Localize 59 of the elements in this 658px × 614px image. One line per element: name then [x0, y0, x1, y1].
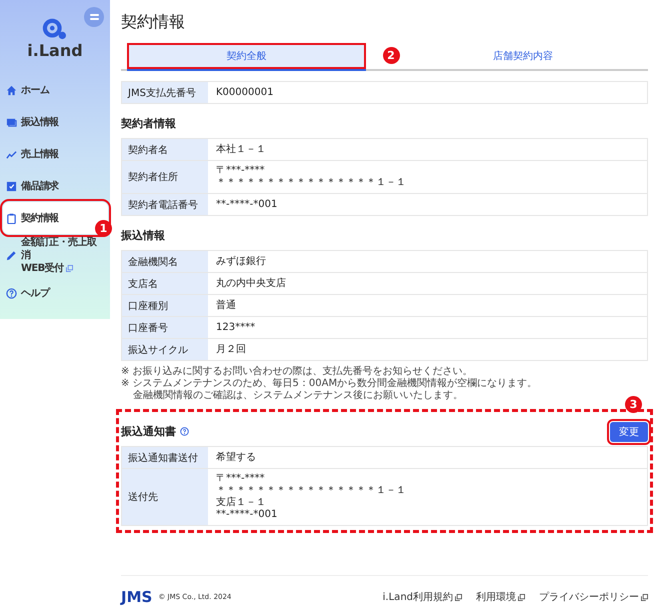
note-text: 金融機関情報のご確認は、システムメンテナンス後にお願いいたします。	[132, 390, 464, 402]
row-value: 希望する	[215, 450, 257, 464]
footer-logo: JMS	[121, 588, 152, 606]
section-title: 振込通知書	[121, 424, 176, 438]
chart-line-icon	[6, 148, 17, 160]
section-title: 契約者情報	[121, 116, 177, 131]
row-label: JMS支払先番号	[122, 82, 208, 103]
row-value: みずほ銀行	[215, 254, 267, 268]
tab[interactable]: 店舗契約内容	[404, 43, 642, 69]
card-icon	[6, 116, 17, 128]
nav-item[interactable]: 振込情報	[3, 106, 108, 138]
change-button[interactable]: 変更	[610, 422, 648, 442]
row-label: 口座番号	[122, 317, 208, 338]
row-label: 契約者名	[122, 139, 208, 160]
logo-icon	[42, 18, 68, 40]
nav-item[interactable]: 金額訂正・売上取消 WEB受付	[3, 234, 108, 277]
menu-icon[interactable]	[84, 7, 104, 27]
note-text: ※ システムメンテナンスのため、毎日5：00AMから数分間金融機関情報が空欄になります。	[121, 378, 538, 390]
external-link-icon	[455, 594, 462, 600]
row-value: 〒***-**** ＊＊＊＊＊＊＊＊＊＊＊＊＊＊＊＊１－１ 支店１－１ **-****-*001	[215, 472, 407, 522]
row-label: 振込通知書送付	[122, 447, 208, 468]
row-label: 契約者住所	[122, 161, 208, 193]
section-title: 振込情報	[121, 228, 166, 243]
nav-item[interactable]: 売上情報	[3, 138, 108, 170]
tab[interactable]: 契約全般	[127, 43, 366, 71]
footer-link[interactable]: 利用環境	[476, 590, 525, 604]
note-text: ※ お振り込みに関するお問い合わせの際は、支払先番号をお知らせください。	[121, 366, 474, 378]
nav-item[interactable]: ホーム	[3, 74, 108, 106]
footer-link[interactable]: i.Land利用規約	[382, 590, 462, 604]
checklist-icon	[6, 180, 17, 192]
row-value: 本社１－１	[215, 142, 267, 156]
row-value: 丸の内中央支店	[215, 276, 287, 290]
logo-text: i.Land	[27, 41, 83, 60]
row-value: 月２回	[215, 342, 247, 356]
callout-number: 1	[95, 220, 112, 237]
help-icon[interactable]	[180, 426, 189, 436]
row-value: 〒***-**** ＊＊＊＊＊＊＊＊＊＊＊＊＊＊＊＊１－１	[215, 164, 407, 190]
row-label: 金融機関名	[122, 251, 208, 272]
nav-item[interactable]: ヘルプ	[3, 277, 108, 309]
external-link-icon	[641, 594, 648, 600]
row-value: 123****	[215, 320, 256, 334]
page-title: 契約情報	[121, 12, 186, 33]
help-icon	[6, 288, 17, 298]
row-label: 口座種別	[122, 295, 208, 316]
row-value: 普通	[215, 298, 237, 312]
row-value: K00000001	[215, 86, 274, 100]
nav-item[interactable]: 備品請求	[3, 170, 108, 202]
pencil-icon	[6, 250, 17, 261]
row-label: 支店名	[122, 273, 208, 294]
callout-number: 2	[382, 47, 400, 64]
home-icon	[6, 84, 17, 96]
row-label: 振込サイクル	[122, 339, 208, 360]
row-value: **-****-*001	[215, 198, 278, 212]
callout-number: 3	[625, 396, 642, 413]
clipboard-icon	[6, 212, 17, 224]
row-label: 契約者電話番号	[122, 194, 208, 215]
row-label: 送付先	[122, 469, 208, 525]
footer-link[interactable]: プライバシーポリシー	[539, 590, 648, 604]
external-link-icon	[518, 594, 525, 600]
